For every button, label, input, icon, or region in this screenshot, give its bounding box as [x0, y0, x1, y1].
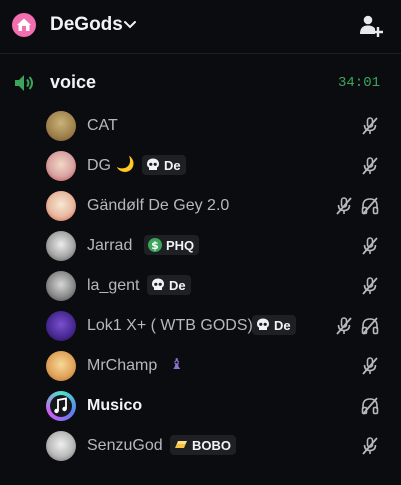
deafened-icon: [361, 397, 379, 415]
tag-label: PHQ: [166, 237, 195, 253]
user-name: Lok1 X+ ( WTB GODS): [87, 317, 253, 334]
avatar: [46, 391, 76, 421]
skull-icon: [152, 278, 164, 290]
dollar-icon: $: [148, 238, 162, 252]
mic-muted-icon: [336, 197, 352, 215]
chess-piece-emoji: ♝: [170, 356, 184, 373]
voice-channel[interactable]: voice 34:01: [0, 62, 401, 102]
voice-user[interactable]: MrChamp ♝: [40, 347, 390, 385]
mic-muted-icon: [336, 317, 352, 335]
server-tag: $ PHQ: [144, 235, 200, 255]
voice-user[interactable]: Gändølf De Gey 2.0: [40, 187, 390, 225]
mic-muted-icon: [362, 117, 378, 135]
voice-user[interactable]: Musico: [40, 387, 390, 425]
speaker-icon: [15, 75, 33, 91]
voice-user[interactable]: DG 🌙 De: [40, 147, 390, 185]
user-name: CAT: [87, 117, 118, 134]
skull-icon: [147, 158, 159, 170]
user-name: DG: [87, 157, 111, 174]
skull-icon: [257, 318, 269, 330]
server-tag: De: [147, 275, 191, 295]
voice-user[interactable]: la_gent De: [40, 267, 390, 305]
deafened-icon: [361, 317, 379, 335]
user-name: SenzuGod: [87, 437, 163, 454]
mic-muted-icon: [362, 237, 378, 255]
avatar: [46, 111, 76, 141]
tag-label: BOBO: [192, 437, 231, 453]
avatar: [46, 151, 76, 181]
add-member-icon[interactable]: [358, 13, 384, 39]
mic-muted-icon: [362, 357, 378, 375]
svg-text:$: $: [151, 239, 159, 252]
mic-muted-icon: [362, 437, 378, 455]
mic-muted-icon: [362, 277, 378, 295]
voice-user[interactable]: Lok1 X+ ( WTB GODS) De: [40, 307, 390, 345]
server-tag: De: [142, 155, 186, 175]
voice-user[interactable]: SenzuGod BOBO: [40, 427, 390, 465]
moon-emoji: 🌙: [116, 156, 135, 173]
user-name: la_gent: [87, 277, 140, 294]
avatar: [46, 191, 76, 221]
house-icon: [12, 13, 36, 37]
voice-user[interactable]: Jarrad $ PHQ: [40, 227, 390, 265]
call-timer: 34:01: [337, 75, 380, 91]
server-name[interactable]: DeGods: [50, 14, 123, 36]
user-name: Jarrad: [87, 237, 133, 254]
gold-bar-icon: [175, 441, 187, 448]
tag-label: De: [164, 157, 181, 173]
voice-user[interactable]: CAT: [40, 107, 390, 145]
user-name: Gändølf De Gey 2.0: [87, 197, 230, 214]
tag-label: De: [169, 277, 186, 293]
tag-label: De: [274, 317, 291, 333]
avatar: [46, 311, 76, 341]
avatar: [46, 271, 76, 301]
mic-muted-icon: [362, 157, 378, 175]
avatar: [46, 351, 76, 381]
chevron-down-icon[interactable]: [122, 17, 138, 33]
channel-name: voice: [50, 72, 97, 92]
music-note-icon: [50, 395, 72, 417]
user-name: MrChamp: [87, 357, 158, 374]
deafened-icon: [361, 197, 379, 215]
server-tag: BOBO: [170, 435, 236, 455]
server-tag: De: [252, 315, 296, 335]
user-name: Musico: [87, 397, 143, 414]
avatar: [46, 431, 76, 461]
avatar: [46, 231, 76, 261]
server-header[interactable]: DeGods: [0, 0, 401, 54]
